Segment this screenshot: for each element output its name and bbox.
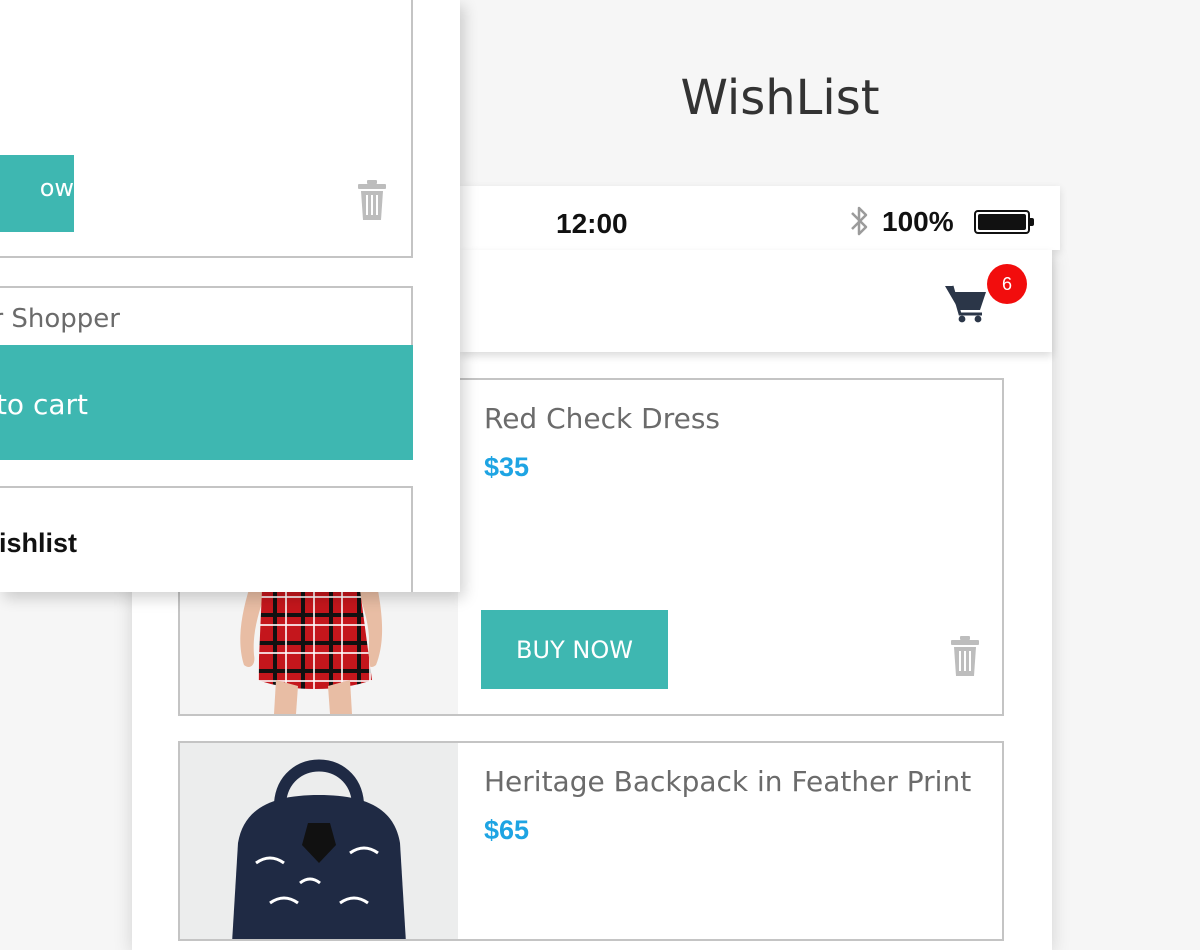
product-name[interactable]: Red Check Dress (484, 402, 720, 435)
product-name[interactable]: Heritage Backpack in Feather Print (484, 765, 971, 798)
bluetooth-icon (851, 206, 868, 236)
backpack-image (180, 743, 458, 939)
add-to-cart-button[interactable]: to cart (0, 345, 413, 460)
app-header: 6 (460, 250, 1052, 352)
trash-icon[interactable] (357, 180, 387, 220)
cart-count-badge: 6 (987, 264, 1027, 304)
battery-icon (974, 210, 1034, 234)
buy-now-button[interactable]: BUY NOW (481, 610, 668, 689)
add-to-cart-label: to cart (0, 388, 88, 421)
status-time: 12:00 (556, 208, 628, 239)
overlay-panel: ow r Shopper to cart wishlist (0, 0, 460, 592)
battery-percentage: 100% (882, 206, 954, 237)
trash-icon[interactable] (950, 636, 980, 676)
product-image[interactable] (180, 743, 458, 939)
cart-icon[interactable] (944, 280, 988, 324)
overlay-shopper-text: r Shopper (0, 304, 120, 334)
status-bar: 12:00 100% (460, 186, 1060, 250)
product-price: $35 (484, 452, 530, 482)
wishlist-item: Heritage Backpack in Feather Print $65 (178, 741, 1004, 941)
wishlist-label: wishlist (0, 528, 78, 558)
buy-now-button-partial[interactable]: ow (0, 155, 74, 232)
product-price: $65 (484, 815, 530, 845)
overlay-wishlist-text[interactable]: wishlist (0, 528, 99, 559)
